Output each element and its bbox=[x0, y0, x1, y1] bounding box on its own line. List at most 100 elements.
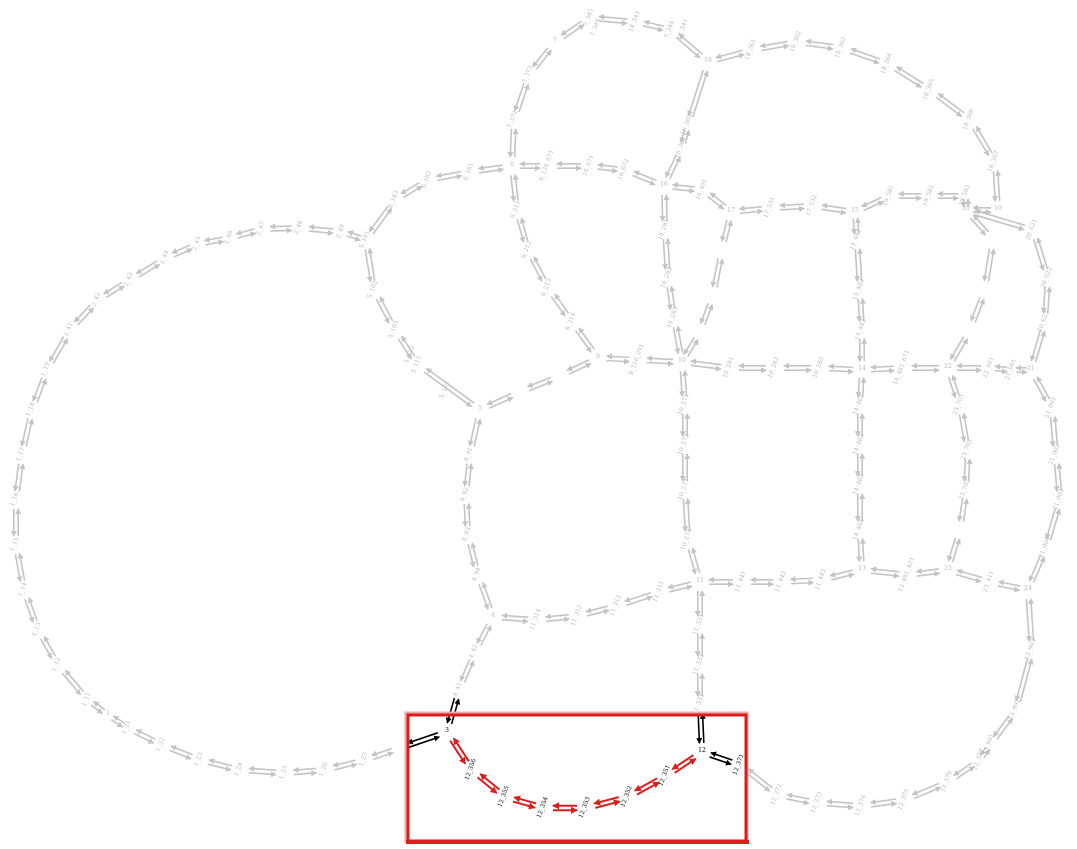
node-label-18_362[interactable]: 18_362 bbox=[789, 30, 803, 53]
node-label-5_101[interactable]: 5_101 bbox=[358, 230, 371, 250]
node-label-13_903[interactable]: 13_903 bbox=[1024, 638, 1038, 661]
node-label-12_373[interactable]: 12_373 bbox=[810, 791, 824, 814]
node-label-14_464[interactable]: 14_464 bbox=[852, 518, 866, 541]
node-label-14[interactable]: 14 bbox=[858, 365, 866, 372]
node-label-11_442[interactable]: 11_442 bbox=[774, 570, 788, 593]
node-label-13[interactable]: 13 bbox=[858, 565, 866, 572]
node-label-11[interactable]: 11 bbox=[696, 577, 704, 584]
node-label-19[interactable]: 19 bbox=[994, 205, 1002, 212]
node-label-3[interactable]: 3 bbox=[445, 727, 449, 734]
node-label-18_341[interactable]: 18_341 bbox=[676, 18, 690, 41]
node-label-19_583[interactable]: 19_583 bbox=[958, 184, 972, 207]
node-label-11_312[interactable]: 11_312 bbox=[609, 594, 623, 617]
node-label-11_311[interactable]: 11_311 bbox=[652, 580, 666, 603]
node-label-4_42[interactable]: 4_42 bbox=[468, 643, 480, 659]
node-label-23_702[interactable]: 23_702 bbox=[960, 438, 974, 461]
node-label-12[interactable]: 12 bbox=[698, 747, 706, 754]
node-label-12_353[interactable]: 12_353 bbox=[578, 796, 592, 819]
node-label-11_443[interactable]: 11_443 bbox=[814, 568, 828, 591]
node-label-1_13[interactable]: 1_13 bbox=[31, 621, 43, 637]
node-label-4[interactable]: 4 bbox=[491, 612, 495, 619]
node-label-4_41[interactable]: 4_41 bbox=[452, 681, 464, 697]
node-label-7_372[interactable]: 7_372 bbox=[506, 110, 519, 130]
node-label-1_11[interactable]: 1_11 bbox=[81, 691, 93, 707]
node-label-1_25[interactable]: 1_25 bbox=[278, 764, 290, 780]
node-label-6_126_671[interactable]: 6_126_671 bbox=[538, 149, 556, 182]
node-label-18_342[interactable]: 18_342 bbox=[628, 10, 642, 33]
node-label-1_12[interactable]: 1_12 bbox=[51, 656, 63, 672]
node-label-23_703[interactable]: 23_703 bbox=[958, 478, 972, 501]
node-label-11_441[interactable]: 11_441 bbox=[734, 570, 748, 593]
node-label-11_332[interactable]: 11_332 bbox=[692, 653, 706, 676]
node-label-10_274[interactable]: 10_274 bbox=[680, 528, 694, 551]
node-label-13_481_421[interactable]: 13_481_421 bbox=[897, 556, 916, 593]
node-label-18_365[interactable]: 18_365 bbox=[922, 78, 936, 101]
node-label-21_601[interactable]: 21_601 bbox=[1004, 358, 1018, 381]
node-label-1_23[interactable]: 1_23 bbox=[193, 751, 205, 767]
node-label-6_211[interactable]: 6_211 bbox=[509, 200, 522, 220]
node-label-16_361[interactable]: 16_361 bbox=[674, 136, 688, 159]
node-label-1_24[interactable]: 1_24 bbox=[233, 761, 245, 777]
node-label-4_91[interactable]: 4_91 bbox=[463, 446, 475, 462]
node-label-1_18[interactable]: 1_18 bbox=[25, 401, 37, 417]
node-label-10_272[interactable]: 10_272 bbox=[677, 433, 691, 456]
node-label-10[interactable]: 10 bbox=[678, 357, 686, 364]
node-label-20_622[interactable]: 20_622 bbox=[1040, 266, 1054, 289]
node-label-5_102[interactable]: 5_102 bbox=[366, 280, 379, 300]
node-label-12_351[interactable]: 12_351 bbox=[658, 764, 672, 787]
node-label-2_47[interactable]: 2_47 bbox=[255, 220, 267, 236]
node-label-17_532[interactable]: 17_532 bbox=[805, 194, 819, 217]
node-label-19_581[interactable]: 19_581 bbox=[882, 184, 896, 207]
node-label-18[interactable]: 18 bbox=[704, 57, 712, 64]
node-label-6_182[interactable]: 6_182 bbox=[420, 170, 433, 190]
node-label-23[interactable]: 23 bbox=[944, 565, 952, 572]
node-label-16_281[interactable]: 16_281 bbox=[657, 218, 671, 241]
highlight-box[interactable] bbox=[406, 713, 748, 843]
node-label-2_46[interactable]: 2_46 bbox=[223, 229, 235, 245]
node-label-12_352[interactable]: 12_352 bbox=[620, 785, 634, 808]
node-label-15[interactable]: 15 bbox=[851, 207, 859, 214]
node-label-14_461[interactable]: 14_461 bbox=[852, 393, 866, 416]
node-label-10_271[interactable]: 10_271 bbox=[677, 393, 691, 416]
node-label-9_216_291[interactable]: 9_216_291 bbox=[628, 343, 646, 376]
node-label-16_401[interactable]: 16_401 bbox=[695, 178, 709, 201]
node-label-18_363[interactable]: 18_363 bbox=[834, 36, 848, 59]
node-label-16[interactable]: 16 bbox=[660, 181, 668, 188]
node-label-12_375[interactable]: 12_375 bbox=[897, 788, 911, 811]
node-label-18_367[interactable]: 18_367 bbox=[987, 150, 1001, 173]
node-label-10_283[interactable]: 10_283 bbox=[812, 356, 826, 379]
node-label-14_463[interactable]: 14_463 bbox=[852, 473, 866, 496]
node-label-17_531[interactable]: 17_531 bbox=[763, 196, 777, 219]
node-label-18_364[interactable]: 18_364 bbox=[880, 52, 894, 75]
node-label-7[interactable]: 7 bbox=[553, 37, 557, 44]
node-label-21_003[interactable]: 21_003 bbox=[1052, 488, 1066, 511]
node-label-17[interactable]: 17 bbox=[727, 207, 735, 214]
node-label-6_181[interactable]: 6_181 bbox=[462, 162, 475, 182]
node-label-2_42[interactable]: 2_42 bbox=[91, 291, 103, 307]
node-label-20_623[interactable]: 20_623 bbox=[1037, 310, 1051, 333]
node-label-2_45[interactable]: 2_45 bbox=[191, 235, 203, 251]
node-label-21_004[interactable]: 21_004 bbox=[1038, 536, 1052, 559]
node-label-1_22[interactable]: 1_22 bbox=[155, 736, 167, 752]
node-label-21_001[interactable]: 21_001 bbox=[1044, 396, 1058, 419]
node-label-1_15[interactable]: 1_15 bbox=[9, 536, 21, 552]
node-label-6_212[interactable]: 6_212 bbox=[520, 240, 533, 260]
node-label-13_901[interactable]: 13_901 bbox=[982, 733, 996, 756]
node-label-23_701[interactable]: 23_701 bbox=[952, 393, 966, 416]
node-label-16_283[interactable]: 16_283 bbox=[666, 306, 680, 329]
node-label-10_281[interactable]: 10_281 bbox=[722, 356, 736, 379]
node-label-22_601[interactable]: 22_601 bbox=[982, 356, 996, 379]
node-label-12_371[interactable]: 12_371 bbox=[732, 753, 746, 776]
node-label-4_93[interactable]: 4_93 bbox=[461, 526, 473, 542]
node-label-11_331[interactable]: 11_331 bbox=[692, 613, 706, 636]
node-label-12_374[interactable]: 12_374 bbox=[854, 794, 868, 817]
node-label-15_482[interactable]: 15_482 bbox=[852, 278, 866, 301]
node-label-19_582[interactable]: 19_582 bbox=[922, 184, 936, 207]
node-label-16_671[interactable]: 16_671 bbox=[582, 154, 596, 177]
node-label-12_354[interactable]: 12_354 bbox=[536, 796, 550, 819]
node-label-9[interactable]: 9 bbox=[596, 353, 600, 360]
node-label-13_902[interactable]: 13_902 bbox=[1008, 698, 1022, 721]
node-label-4_94[interactable]: 4_94 bbox=[471, 566, 483, 582]
node-label-24[interactable]: 24 bbox=[1024, 585, 1032, 592]
node-label-1_17[interactable]: 1_17 bbox=[15, 446, 27, 462]
